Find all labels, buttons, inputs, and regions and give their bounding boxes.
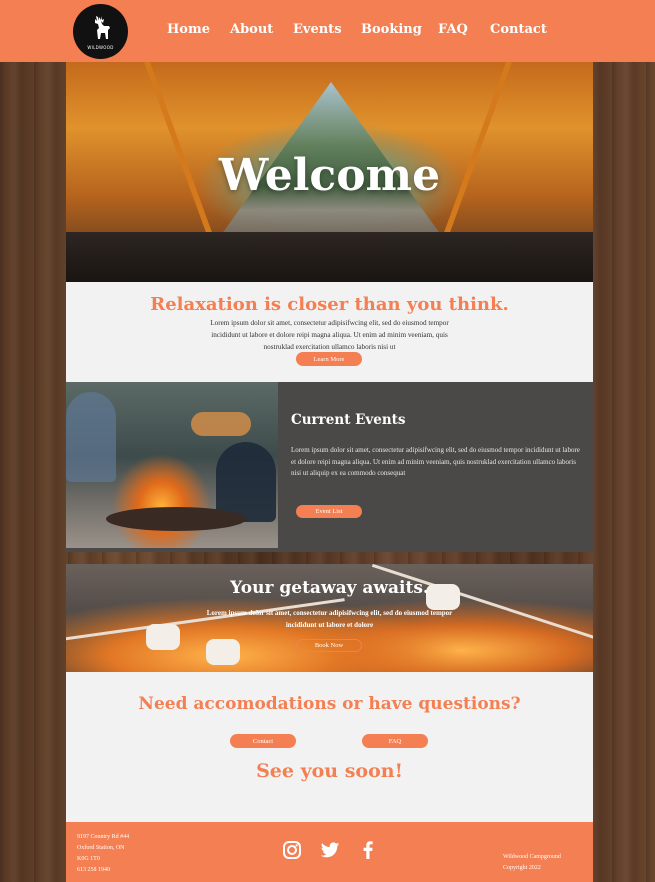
contact-section: Need accomodations or have questions? Co… <box>66 672 593 822</box>
nav-contact[interactable]: Contact <box>490 22 547 37</box>
tent-floor <box>66 232 593 282</box>
page-content: Welcome Relaxation is closer than you th… <box>66 62 593 882</box>
main-nav: Home About Events Booking FAQ Contact <box>0 22 655 42</box>
marshmallow-image <box>206 639 240 665</box>
getaway-body: Lorem ipsum dolor sit amet, consectetur … <box>206 609 453 629</box>
closing-message: See you soon! <box>256 760 403 782</box>
copyright-line: Wildwood Campground <box>503 854 561 860</box>
photo-person <box>66 392 116 482</box>
site-header: WILDWOOD Home About Events Booking FAQ C… <box>0 0 655 62</box>
nav-booking[interactable]: Booking <box>361 22 422 37</box>
book-now-button[interactable]: Book Now <box>296 639 362 652</box>
faq-button[interactable]: FAQ <box>362 734 428 748</box>
logo-text: WILDWOOD <box>87 45 114 50</box>
intro-heading: Relaxation is closer than you think. <box>150 294 509 315</box>
intro-section: Relaxation is closer than you think. Lor… <box>66 282 593 382</box>
footer-address: 9197 Country Rd #44 Oxford Station, ON K… <box>77 832 129 876</box>
events-section: Current Events Lorem ipsum dolor sit ame… <box>66 382 593 552</box>
contact-button[interactable]: Contact <box>230 734 296 748</box>
getaway-heading: Your getaway awaits. <box>230 578 429 598</box>
intro-body: Lorem ipsum dolor sit amet, consectetur … <box>210 319 449 351</box>
hero-title: Welcome <box>218 150 441 201</box>
copyright-line: Copyright 2022 <box>503 864 541 871</box>
facebook-icon[interactable] <box>358 840 378 860</box>
campfire-photo <box>66 382 278 548</box>
nav-faq[interactable]: FAQ <box>438 22 468 37</box>
address-line: 9197 Country Rd #44 <box>77 834 130 840</box>
address-line: Oxford Station, ON <box>77 845 125 851</box>
instagram-icon[interactable] <box>282 840 302 860</box>
nav-home[interactable]: Home <box>167 22 210 37</box>
contact-heading: Need accomodations or have questions? <box>138 694 521 714</box>
phone-number: 613 258 1940 <box>77 867 110 873</box>
address-line: K0G 1T0 <box>77 856 100 862</box>
events-heading: Current Events <box>291 412 406 428</box>
twitter-icon[interactable] <box>320 840 340 860</box>
footer-copyright: Wildwood Campground Copyright 2022 <box>503 852 561 873</box>
hero-banner: Welcome <box>66 62 593 282</box>
event-list-button[interactable]: Event List <box>296 505 362 518</box>
social-links <box>282 840 378 860</box>
events-body: Lorem ipsum dolor sit amet, consectetur … <box>291 446 580 477</box>
roasting-stick <box>371 564 593 648</box>
nav-about[interactable]: About <box>230 22 273 37</box>
getaway-section: Your getaway awaits. Lorem ipsum dolor s… <box>66 564 593 672</box>
marshmallow-image <box>146 624 180 650</box>
site-footer: 9197 Country Rd #44 Oxford Station, ON K… <box>66 822 593 882</box>
nav-events[interactable]: Events <box>293 22 342 37</box>
learn-more-button[interactable]: Learn More <box>296 352 362 366</box>
photo-firepit <box>106 507 246 531</box>
photo-guitar <box>191 412 251 436</box>
